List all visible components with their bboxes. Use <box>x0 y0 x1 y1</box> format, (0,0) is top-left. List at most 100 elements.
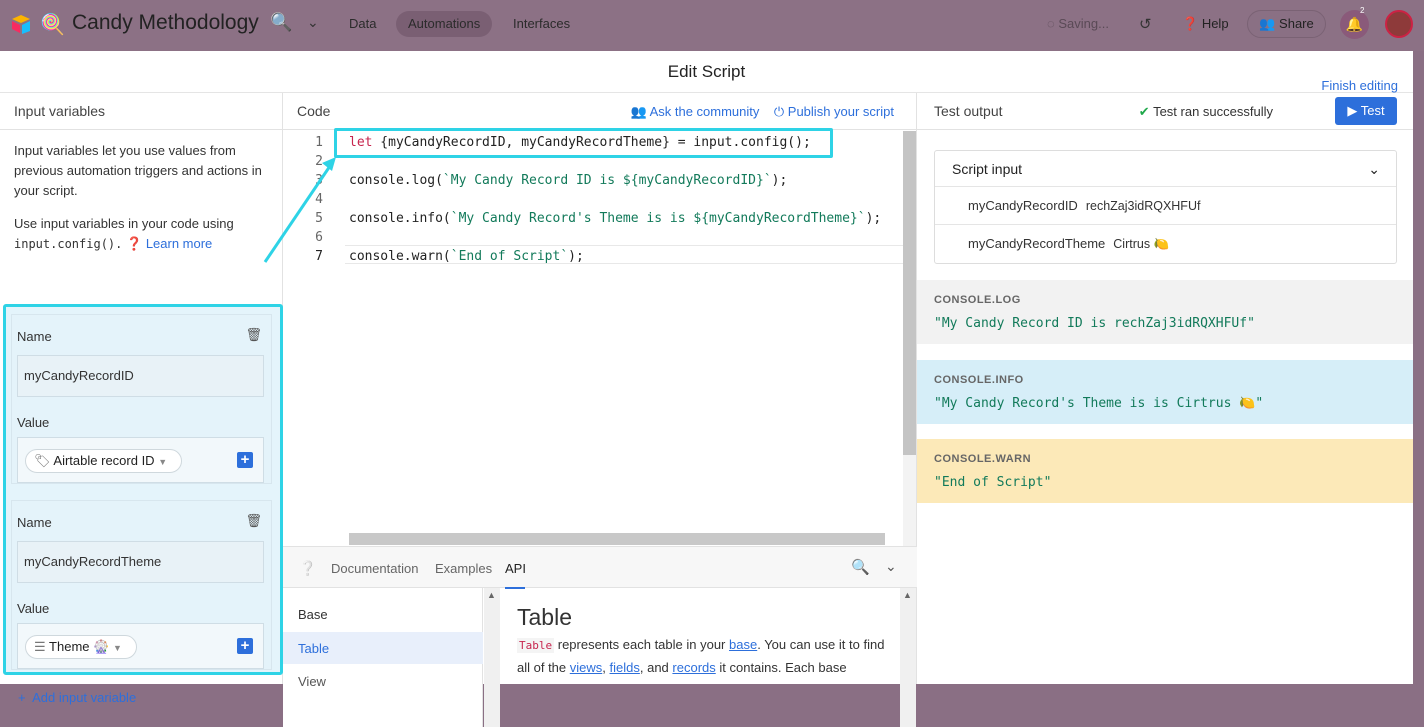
bell-icon[interactable]: 🔔 <box>1340 10 1369 39</box>
variable-value-box[interactable]: ☰ Theme 🎡 ▼ + <box>17 623 264 669</box>
test-output-panel: Test output ✔ Test ran successfully ▶ Te… <box>917 93 1413 684</box>
input-value: Cirtrus 🍋 <box>1113 237 1170 251</box>
trash-icon[interactable]: 🗑 <box>245 513 262 529</box>
add-input-variable-label: Add input variable <box>32 690 137 705</box>
script-input-row: myCandyRecordTheme Cirtrus 🍋 <box>935 225 1396 263</box>
avatar[interactable] <box>1385 10 1413 38</box>
saving-status: ◌ Saving... <box>1047 16 1109 31</box>
code-header-label: Code <box>297 103 331 119</box>
add-input-variable-button[interactable]: + Add input variable <box>18 690 136 705</box>
input-variables-usage: Use input variables in your code using i… <box>14 214 269 254</box>
docs-nav-table[interactable]: Table <box>298 641 329 656</box>
docs-nav-scrollbar[interactable] <box>484 588 500 727</box>
help-circle-icon[interactable]: ❔ <box>299 560 316 577</box>
list-icon: ☰ <box>34 639 46 654</box>
chevron-up-icon[interactable]: ▲ <box>487 590 496 600</box>
trash-icon[interactable]: 🗑 <box>245 327 262 343</box>
vertical-scrollbar[interactable] <box>903 131 916 455</box>
line-number: 1 <box>315 135 323 150</box>
value-pill-label: Airtable record ID <box>53 453 155 468</box>
link-base[interactable]: base <box>729 637 757 652</box>
value-label: Value <box>17 601 50 616</box>
console-log-entry: CONSOLE.LOG "My Candy Record ID is rechZ… <box>917 280 1413 344</box>
value-pill[interactable]: ☰ Theme 🎡 ▼ <box>25 635 137 659</box>
variable-value-box[interactable]: 🏷 Airtable record ID ▼ + <box>17 437 264 483</box>
code-editor[interactable]: 1 2 3 4 5 6 7 let {myCandyRecordID, myCa… <box>283 128 915 546</box>
variable-name-input[interactable]: myCandyRecordTheme <box>17 541 264 583</box>
help-button[interactable]: ❓ Help <box>1182 16 1229 32</box>
line-number: 6 <box>315 230 323 245</box>
ask-community-label: Ask the community <box>649 104 760 119</box>
play-icon: ▶ <box>1347 103 1358 118</box>
test-output-header: Test output ✔ Test ran successfully ▶ Te… <box>917 93 1413 130</box>
base-name[interactable]: Candy Methodology <box>72 11 259 35</box>
history-icon[interactable]: ↺ <box>1139 15 1152 33</box>
search-icon[interactable]: 🔍 <box>851 558 870 576</box>
docs-nav: Base Table View ▲ <box>283 588 500 727</box>
top-bar: 🍭 Candy Methodology 🔍 ⌄ Data Automations… <box>0 0 1424 51</box>
test-button[interactable]: ▶ Test <box>1335 97 1397 125</box>
share-button[interactable]: 👥 Share <box>1247 10 1326 38</box>
docs-title: Table <box>517 604 572 630</box>
add-value-button[interactable]: + <box>237 638 253 654</box>
help-label: Help <box>1201 16 1229 31</box>
docs-tabbar: ❔ Documentation Examples API 🔍 ⌄ <box>283 546 917 589</box>
users-icon: 👥 <box>630 104 647 119</box>
docs-nav-view[interactable]: View <box>298 674 326 689</box>
docs-content-scrollbar[interactable] <box>900 588 916 727</box>
chevron-down-icon[interactable]: ⌄ <box>885 558 897 575</box>
console-type: CONSOLE.INFO <box>934 374 1024 386</box>
link-records[interactable]: records <box>672 660 715 675</box>
nav-data[interactable]: Data <box>337 11 388 37</box>
code-header: Code 👥 Ask the community ⏻ Publish your … <box>283 93 916 130</box>
docs-text: represents each table in your <box>554 637 730 652</box>
input-variables-header: Input variables <box>0 93 282 130</box>
plus-icon: + <box>18 690 26 705</box>
variable-name-input[interactable]: myCandyRecordID <box>17 355 264 397</box>
tab-api[interactable]: API <box>505 561 526 576</box>
airtable-logo-icon[interactable] <box>10 13 32 35</box>
script-input-box: Script input ⌄ myCandyRecordID rechZaj3idR… <box>934 150 1397 264</box>
ask-community-link[interactable]: 👥 Ask the community <box>630 104 759 119</box>
tab-documentation[interactable]: Documentation <box>331 561 418 576</box>
docs-nav-base[interactable]: Base <box>298 607 328 622</box>
publish-script-link[interactable]: ⏻ Publish your script <box>774 104 894 119</box>
input-variables-panel: Input variables Input variables let you … <box>0 93 283 705</box>
usage-text: Use input variables in your code using <box>14 216 234 231</box>
script-input-label: Script input <box>952 161 1023 177</box>
chevron-down-icon[interactable]: ⌄ <box>307 14 319 31</box>
publish-script-label: Publish your script <box>787 104 894 119</box>
value-label: Value <box>17 415 50 430</box>
tab-examples[interactable]: Examples <box>435 561 492 576</box>
name-label: Name <box>17 515 52 530</box>
line-number: 3 <box>315 173 323 188</box>
help-circle-icon[interactable]: ❓ <box>126 236 142 251</box>
console-warn-entry: CONSOLE.WARN "End of Script" <box>917 439 1413 503</box>
help-icon: ❓ <box>1182 16 1199 31</box>
saving-text: Saving... <box>1058 16 1109 31</box>
check-circle-icon: ✔ <box>1138 104 1150 119</box>
chevron-down-icon[interactable]: ⌄ <box>1368 151 1380 187</box>
nav-automations[interactable]: Automations <box>396 11 493 37</box>
value-pill[interactable]: 🏷 Airtable record ID ▼ <box>25 449 183 473</box>
code-links: 👥 Ask the community ⏻ Publish your scrip… <box>630 93 894 130</box>
chevron-up-icon[interactable]: ▲ <box>903 590 912 600</box>
add-value-button[interactable]: + <box>237 452 253 468</box>
code-text: console.info( <box>349 211 451 226</box>
line-number: 2 <box>315 154 323 169</box>
link-views[interactable]: views <box>570 660 603 675</box>
horizontal-scrollbar[interactable] <box>349 533 885 545</box>
script-input-header[interactable]: Script input ⌄ <box>935 151 1396 187</box>
code-line-1: let {myCandyRecordID, myCandyRecordTheme… <box>349 135 811 150</box>
name-label: Name <box>17 329 52 344</box>
input-variable-card: Name 🗑 myCandyRecordTheme Value ☰ Theme … <box>11 500 272 670</box>
nav-interfaces[interactable]: Interfaces <box>501 11 582 37</box>
learn-more-link[interactable]: Learn more <box>146 236 212 251</box>
script-input-row: myCandyRecordID rechZaj3idRQXHFUf <box>935 187 1396 225</box>
console-type: CONSOLE.WARN <box>934 453 1032 465</box>
line-number: 5 <box>315 211 323 226</box>
keyword: let <box>349 135 373 150</box>
code-text: ); <box>771 173 788 188</box>
tag-icon: 🏷 <box>34 453 51 468</box>
link-fields[interactable]: fields <box>610 660 640 675</box>
